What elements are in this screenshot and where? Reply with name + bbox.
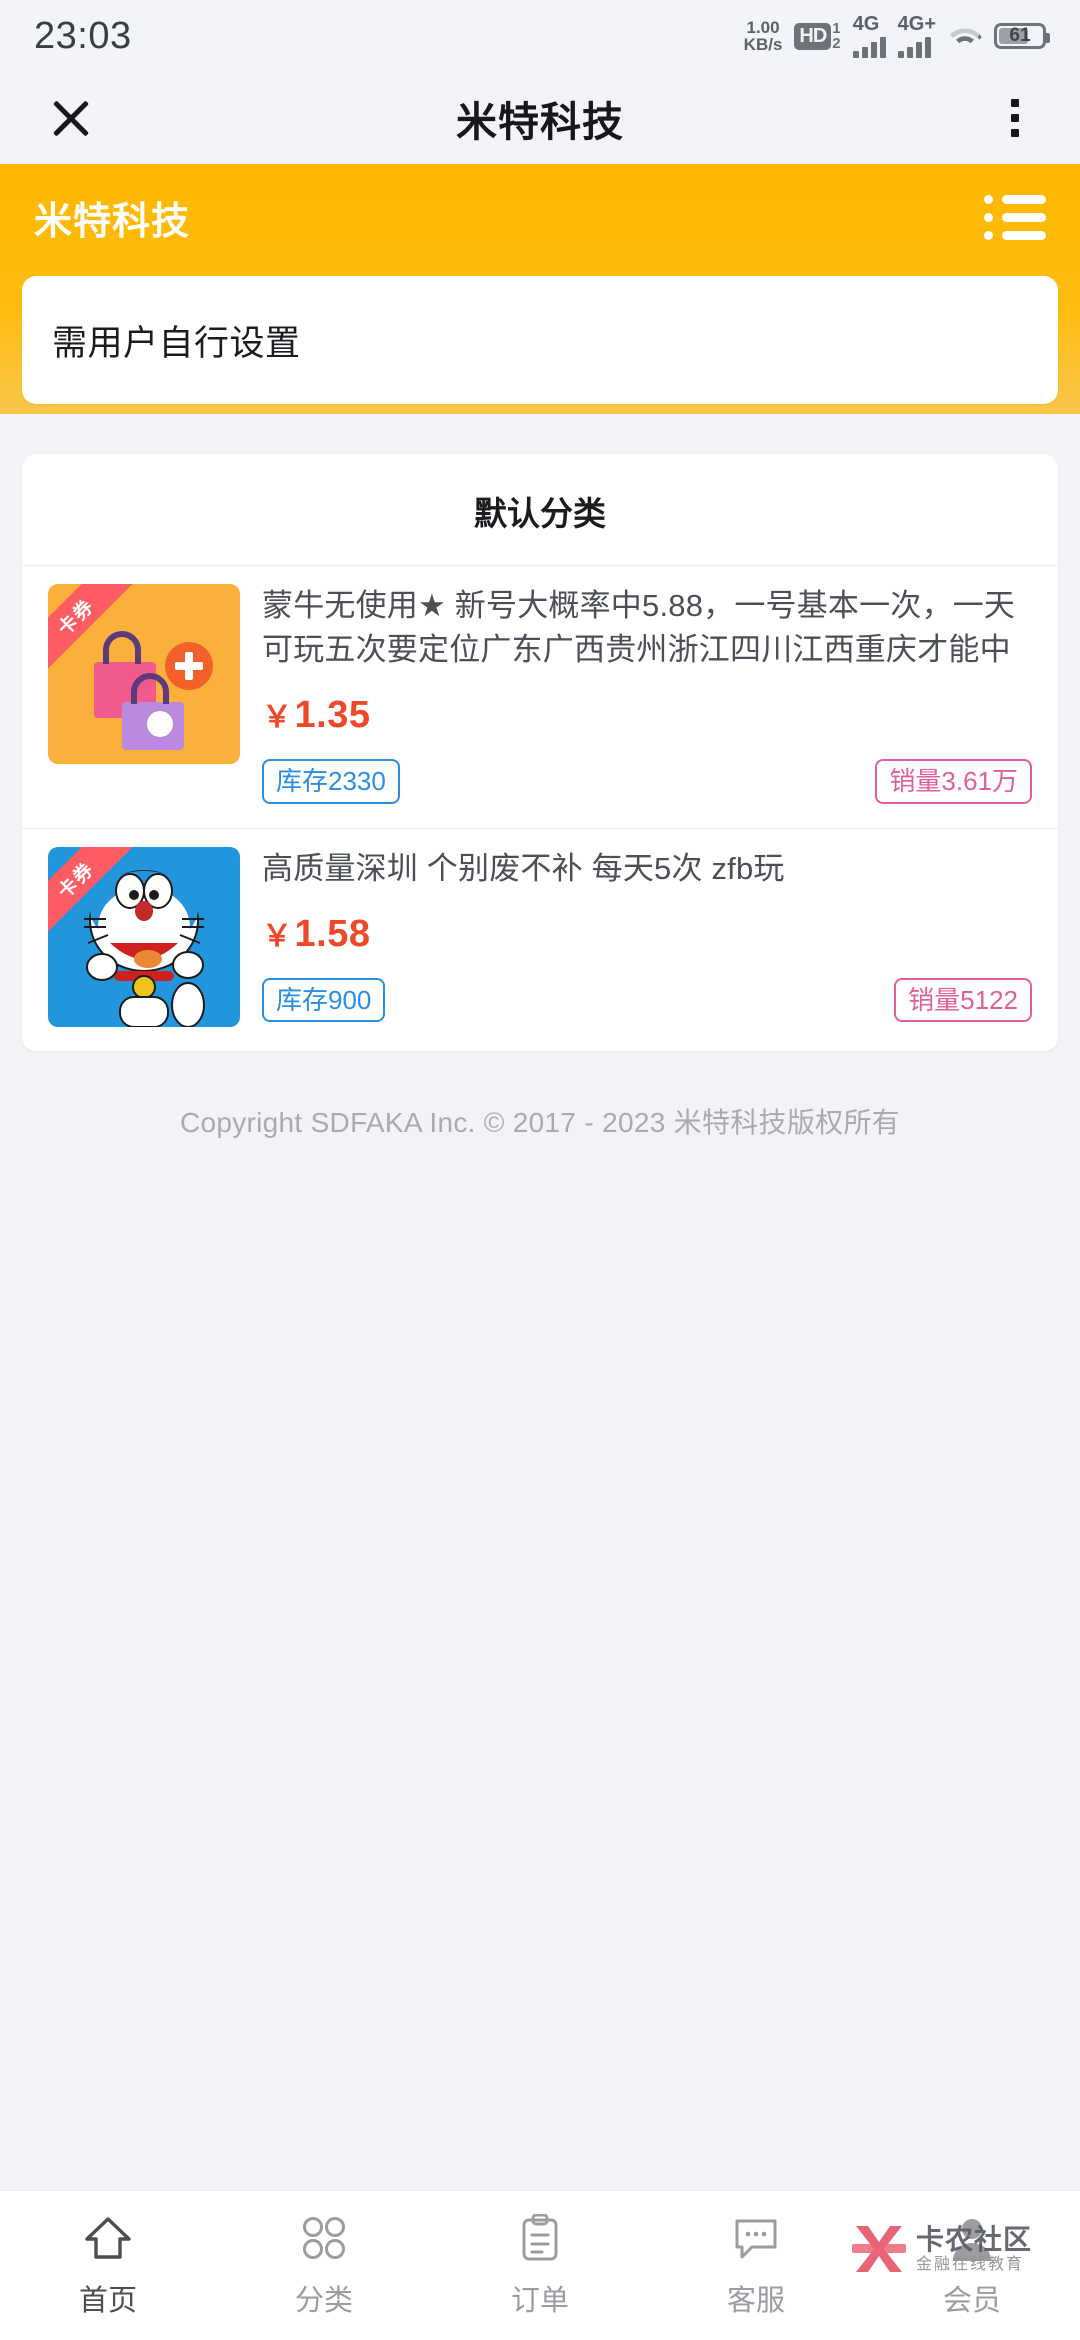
product-list-item[interactable]: 卡券 高质量深圳 个别废不补 每天5次 zfb玩 ￥1.58 库存900 销量5…	[22, 827, 1058, 1051]
notice-card: 需用户自行设置	[22, 276, 1058, 404]
product-info: 蒙牛无使用★ 新号大概率中5.88，一号基本一次，一天可玩五次要定位广东广西贵州…	[240, 584, 1032, 804]
price-value: 1.58	[294, 912, 371, 955]
signal-indicator-sim1: 4G	[852, 13, 886, 58]
grid-icon	[301, 2213, 347, 2263]
signal1-label: 4G	[852, 13, 880, 35]
tab-category[interactable]: 分类	[216, 2213, 432, 2319]
network-speed-indicator: 1.00 KB/s	[743, 17, 783, 54]
product-thumbnail: 卡券	[48, 584, 240, 764]
product-name: 蒙牛无使用★ 新号大概率中5.88，一号基本一次，一天可玩五次要定位广东广西贵州…	[262, 588, 1016, 668]
sales-badge: 销量5122	[894, 977, 1032, 1023]
product-meta: 库存900 销量5122	[262, 977, 1032, 1023]
price-value: 1.35	[294, 694, 371, 737]
signal-bars-icon	[852, 36, 886, 58]
status-bar: 23:03 1.00 KB/s HD 1 2 4G 4G+ 61	[0, 0, 1080, 72]
tab-support[interactable]: 客服	[648, 2213, 864, 2319]
status-time: 23:03	[34, 14, 132, 57]
user-icon	[949, 2213, 995, 2263]
status-icons: 1.00 KB/s HD 1 2 4G 4G+ 61	[743, 13, 1050, 58]
product-name: 高质量深圳 个别废不补 每天5次 zfb玩	[262, 850, 785, 886]
tab-label: 订单	[510, 2284, 569, 2317]
hd-volte-icon: HD 1 2	[794, 21, 841, 51]
tab-orders[interactable]: 订单	[432, 2213, 648, 2319]
shop-header-section: 米特科技 需用户自行设置	[0, 164, 1080, 414]
chat-icon	[732, 2213, 780, 2263]
product-meta: 库存2330 销量3.61万	[262, 759, 1032, 804]
page-title: 米特科技	[456, 99, 624, 145]
sim-slot-numbers: 1 2	[832, 21, 840, 51]
tab-label: 分类	[294, 2284, 353, 2317]
network-speed-unit: KB/s	[743, 35, 783, 54]
hd-label: HD	[794, 22, 832, 50]
sim2-label: 2	[832, 35, 841, 52]
tab-member[interactable]: 会员	[864, 2213, 1080, 2319]
sales-badge: 销量3.61万	[875, 759, 1032, 804]
clipboard-icon	[520, 2213, 560, 2263]
shop-name: 米特科技	[34, 200, 191, 243]
signal2-label: 4G+	[897, 13, 936, 35]
tab-home[interactable]: 首页	[0, 2213, 216, 2319]
signal-indicator-sim2: 4G+	[897, 13, 936, 58]
shop-header: 米特科技	[0, 164, 1080, 270]
product-price: ￥1.35	[262, 692, 1032, 737]
notice-text: 需用户自行设置	[52, 323, 301, 363]
overflow-menu-icon[interactable]	[992, 90, 1038, 146]
copyright-text: Copyright SDFAKA Inc. © 2017 - 2023 米特科技…	[179, 1106, 901, 1138]
navigation-bar: 米特科技	[0, 72, 1080, 164]
battery-icon: 61	[994, 23, 1050, 49]
network-speed-value: 1.00	[746, 17, 780, 37]
tab-label: 客服	[726, 2284, 785, 2317]
list-menu-icon[interactable]	[984, 194, 1046, 240]
stock-badge: 库存2330	[262, 759, 400, 804]
product-info: 高质量深圳 个别废不补 每天5次 zfb玩 ￥1.58 库存900 销量5122	[240, 847, 1032, 1027]
signal-bars-icon	[897, 36, 931, 58]
app-root: 23:03 1.00 KB/s HD 1 2 4G 4G+ 61 米特科技 米特…	[0, 0, 1080, 2340]
tab-label: 会员	[942, 2284, 1001, 2317]
category-title: 默认分类	[474, 495, 606, 532]
stock-badge: 库存900	[262, 977, 386, 1023]
tab-label: 首页	[78, 2284, 137, 2317]
product-thumbnail: 卡券	[48, 846, 240, 1027]
sim1-label: 1	[832, 20, 841, 37]
product-list-item[interactable]: 卡券 蒙牛无使用★ 新号大概率中5.88，一号基本一次，一天可玩五次要定位广东广…	[22, 565, 1058, 828]
category-card: 默认分类 卡券 蒙牛无使用★ 新号大概率中5.88，一号基本一次，一天可玩五次要…	[22, 454, 1058, 1051]
product-price: ￥1.58	[262, 911, 1032, 956]
home-icon	[84, 2213, 132, 2263]
wifi-icon	[948, 23, 982, 49]
currency-symbol: ￥	[262, 701, 293, 735]
battery-level: 61	[1009, 25, 1031, 46]
bottom-tab-bar: 首页 分类 订单 客服 会员 卡农社区 金融在线教育	[0, 2190, 1080, 2340]
currency-symbol: ￥	[262, 919, 293, 953]
